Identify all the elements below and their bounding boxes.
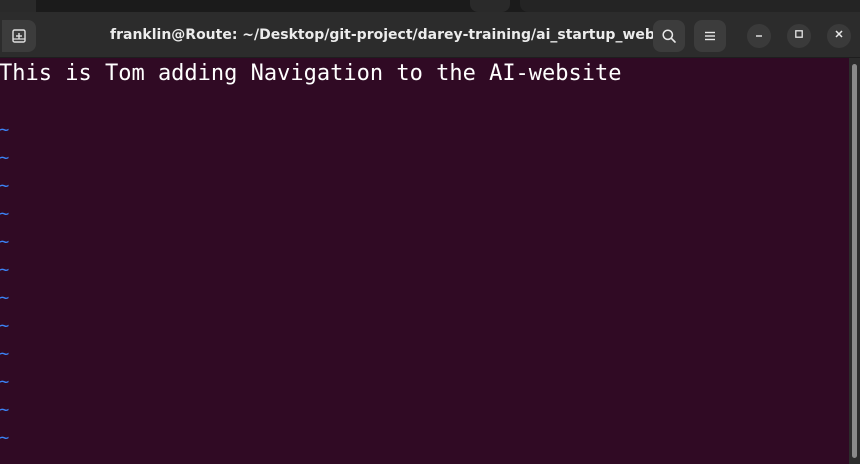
new-tab-icon [11,28,27,44]
hamburger-menu-icon [703,29,717,43]
background-tab [520,0,860,12]
background-tab [470,0,510,12]
empty-line-marker: ~ [0,204,10,224]
window-title: franklin@Route: ~/Desktop/git-project/da… [110,27,685,43]
terminal-editor-area[interactable]: This is Tom adding Navigation to the AI-… [0,58,849,464]
empty-line-marker: ~ [0,316,10,336]
close-button[interactable] [827,24,851,48]
minimize-button[interactable] [747,24,771,48]
empty-line-marker: ~ [0,120,10,140]
empty-line-marker: ~ [0,344,10,364]
search-button[interactable] [653,20,685,52]
header-bar: franklin@Route: ~/Desktop/git-project/da… [0,12,860,58]
search-icon [661,28,677,44]
vertical-scrollbar[interactable] [849,58,860,464]
empty-line-marker: ~ [0,232,10,252]
background-window-strip [0,0,860,12]
editor-line: This is Tom adding Navigation to the AI-… [0,61,622,86]
scrollbar-thumb[interactable] [852,64,857,458]
new-tab-button[interactable] [2,20,36,52]
minimize-icon [753,27,765,45]
empty-line-marker: ~ [0,260,10,280]
empty-line-marker: ~ [0,372,10,392]
terminal-window: franklin@Route: ~/Desktop/git-project/da… [0,0,860,464]
empty-line-marker: ~ [0,428,10,448]
empty-line-marker: ~ [0,400,10,420]
empty-line-marker: ~ [0,148,10,168]
menu-button[interactable] [694,20,726,52]
maximize-button[interactable] [787,24,811,48]
close-icon [833,27,845,45]
empty-line-marker: ~ [0,288,10,308]
empty-line-marker: ~ [0,176,10,196]
maximize-icon [793,27,805,45]
background-tab [0,0,36,12]
